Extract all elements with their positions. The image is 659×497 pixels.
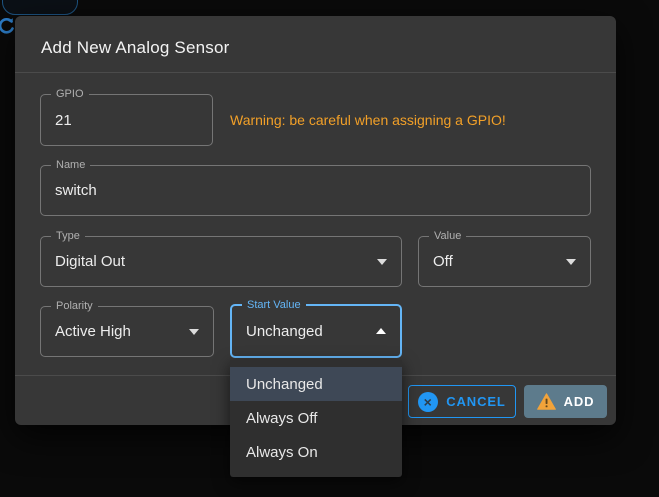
add-button[interactable]: ADD: [524, 385, 607, 418]
start-value-value: Unchanged: [246, 323, 323, 340]
cancel-circle-icon: ×: [418, 392, 438, 412]
polarity-label: Polarity: [51, 300, 98, 313]
type-label: Type: [51, 230, 85, 243]
menu-item-always-off[interactable]: Always Off: [230, 401, 402, 435]
chevron-down-icon: [377, 259, 387, 265]
cancel-button-label: CANCEL: [446, 394, 506, 409]
name-label: Name: [51, 159, 90, 172]
warning-triangle-icon: [537, 393, 556, 410]
value-value: Off: [433, 253, 453, 270]
polarity-value: Active High: [55, 323, 131, 340]
chevron-up-icon: [376, 328, 386, 334]
name-value: switch: [55, 182, 97, 199]
gpio-label: GPIO: [51, 88, 89, 101]
header-divider: [15, 72, 616, 73]
type-value: Digital Out: [55, 253, 125, 270]
chevron-down-icon: [189, 329, 199, 335]
cancel-button[interactable]: × CANCEL: [408, 385, 516, 418]
menu-item-always-on[interactable]: Always On: [230, 435, 402, 469]
dialog-title: Add New Analog Sensor: [41, 38, 230, 58]
value-label: Value: [429, 230, 466, 243]
background-outlined-button[interactable]: [2, 0, 78, 15]
type-select[interactable]: Type Digital Out: [40, 236, 402, 287]
gpio-value: 21: [55, 112, 72, 129]
chevron-down-icon: [566, 259, 576, 265]
name-input[interactable]: Name switch: [40, 165, 591, 216]
gpio-warning-text: Warning: be careful when assigning a GPI…: [230, 112, 590, 128]
add-button-label: ADD: [564, 394, 595, 409]
start-value-menu: Unchanged Always Off Always On: [230, 360, 402, 477]
start-value-select[interactable]: Start Value Unchanged: [230, 304, 402, 358]
polarity-select[interactable]: Polarity Active High: [40, 306, 214, 357]
screen: Add New Analog Sensor GPIO 21 Warning: b…: [0, 0, 659, 497]
start-value-label: Start Value: [242, 299, 306, 312]
refresh-icon[interactable]: [0, 16, 15, 36]
gpio-input[interactable]: GPIO 21: [40, 94, 213, 146]
value-select[interactable]: Value Off: [418, 236, 591, 287]
menu-item-unchanged[interactable]: Unchanged: [230, 367, 402, 401]
